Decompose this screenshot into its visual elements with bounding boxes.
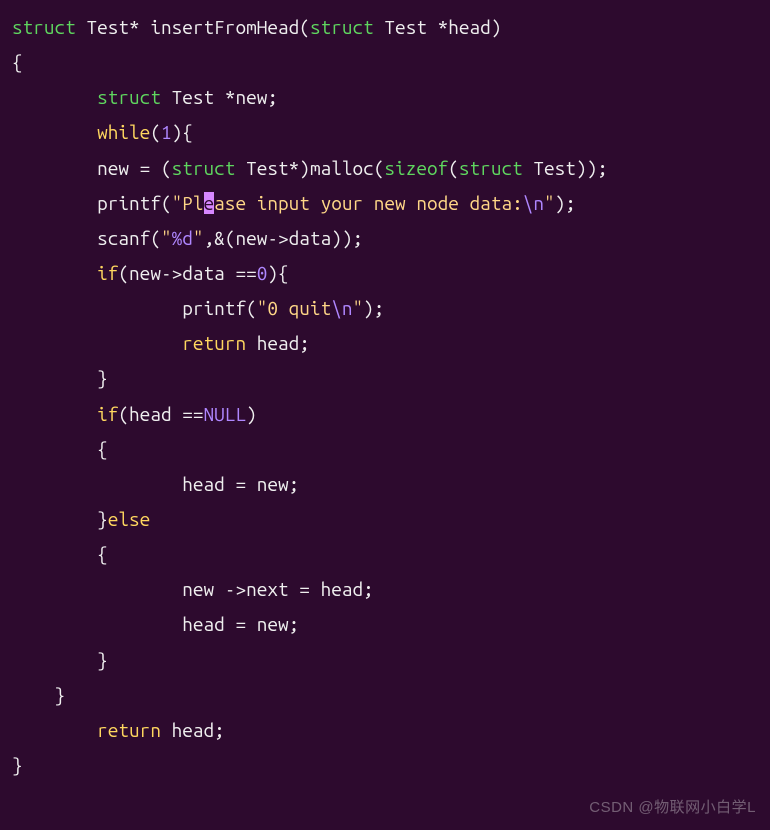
null-keyword: NULL: [204, 403, 247, 425]
escape-newline: \n: [523, 192, 544, 214]
function-name: insertFromHead: [150, 16, 299, 38]
while-keyword: while: [97, 121, 150, 143]
code-block: struct Test* insertFromHead(struct Test …: [12, 10, 758, 783]
watermark: CSDN @物联网小白学L: [589, 794, 756, 822]
sizeof-keyword: sizeof: [384, 157, 448, 179]
struct-keyword: struct: [12, 16, 76, 38]
if-keyword: if: [97, 262, 118, 284]
type-name: Test: [86, 16, 129, 38]
string-literal: "Pl: [172, 192, 204, 214]
return-keyword: return: [182, 332, 246, 354]
cursor: e: [204, 192, 215, 214]
format-specifier: %d: [172, 227, 193, 249]
else-keyword: else: [108, 508, 151, 530]
